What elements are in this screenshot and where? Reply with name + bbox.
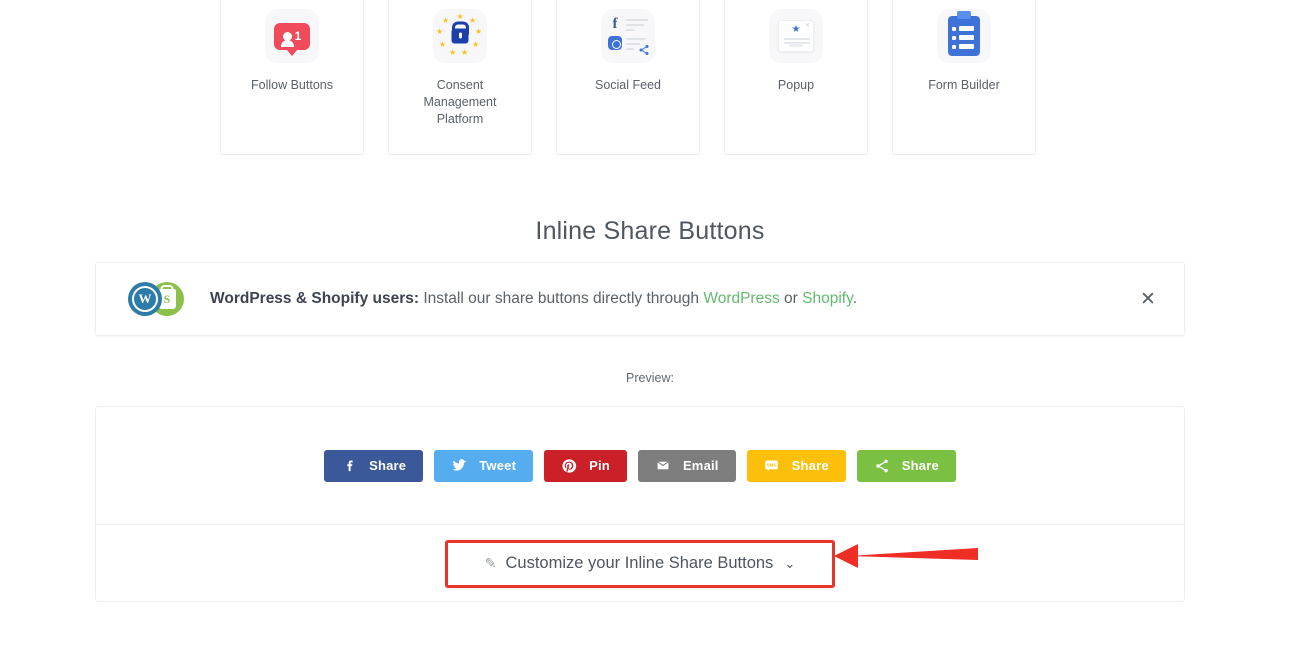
notice-between: or (779, 290, 803, 307)
wordpress-logo: W (128, 282, 162, 316)
share-button-label: Share (901, 458, 939, 473)
chevron-down-icon: ⌄ (784, 555, 796, 571)
arrow-left-annotation (834, 544, 978, 568)
product-card-label: Popup (777, 78, 815, 92)
share-button-sharethis[interactable]: Share (856, 449, 956, 482)
wordpress-shopify-notice: W S WordPress & Shopify users: Install o… (95, 262, 1185, 336)
share-button-email[interactable]: Email (637, 449, 736, 482)
share-button-label: Share (369, 458, 407, 473)
facebook-icon (341, 458, 357, 474)
page-title: Inline Share Buttons (535, 217, 765, 245)
lock-stars-icon: ★ ★ ★ ★ ★ ★ ★ ★ ★ (433, 9, 487, 63)
product-card-label: Follow Buttons (251, 78, 333, 92)
share-button-label: Pin (589, 458, 610, 473)
follow-badge-count: 1 (294, 29, 302, 43)
social-feed-icon: f (601, 9, 655, 63)
share-button-twitter[interactable]: Tweet (434, 449, 534, 482)
page-root: 1 Follow Buttons ★ ★ ★ ★ ★ ★ ★ ★ ★ Conse… (0, 0, 1300, 660)
twitter-icon (451, 458, 467, 474)
notice-text: WordPress & Shopify users: Install our s… (210, 290, 1134, 308)
share-button-label: Email (682, 458, 719, 473)
product-card-popup[interactable]: ✕ ★ Popup (724, 0, 868, 155)
preview-label: Preview: (626, 371, 674, 385)
product-cards-row: 1 Follow Buttons ★ ★ ★ ★ ★ ★ ★ ★ ★ Conse… (220, 0, 1036, 155)
notice-tail: . (852, 290, 857, 307)
inline-share-preview-panel: Share Tweet Pin Email SMS Share Share ✎ … (95, 406, 1185, 602)
clipboard-form-icon (937, 9, 991, 63)
customize-row: ✎ Customize your Inline Share Buttons ⌄ (96, 525, 1184, 602)
share-buttons-strip: Share Tweet Pin Email SMS Share Share (96, 407, 1184, 525)
product-card-label: Form Builder (928, 78, 1000, 92)
svg-text:SMS: SMS (767, 462, 777, 467)
pinterest-icon (561, 458, 577, 474)
shopify-link[interactable]: Shopify (802, 290, 853, 307)
customize-inline-share-buttons-toggle[interactable]: ✎ Customize your Inline Share Buttons ⌄ (445, 539, 835, 588)
envelope-icon (655, 458, 671, 474)
product-card-social-feed[interactable]: f Social Feed (556, 0, 700, 155)
product-card-label: Social Feed (594, 78, 661, 92)
wordpress-link[interactable]: WordPress (703, 290, 779, 307)
share-button-sms[interactable]: SMS Share (746, 449, 846, 482)
notice-body-before: Install our share buttons directly throu… (419, 290, 704, 307)
notice-logos: W S (128, 282, 184, 316)
share-button-facebook[interactable]: Share (324, 449, 424, 482)
product-card-label: Consent Management Platform (423, 78, 497, 126)
follow-buttons-icon: 1 (265, 9, 319, 63)
sms-icon: SMS (764, 458, 780, 474)
pencil-icon: ✎ (484, 555, 497, 571)
notice-lead: WordPress & Shopify users: (210, 290, 420, 307)
customize-label: Customize your Inline Share Buttons (505, 554, 774, 572)
product-card-consent-management[interactable]: ★ ★ ★ ★ ★ ★ ★ ★ ★ Consent Management Pla… (388, 0, 532, 155)
popup-icon: ✕ ★ (769, 9, 823, 63)
product-card-follow-buttons[interactable]: 1 Follow Buttons (220, 0, 364, 155)
close-icon[interactable]: ✕ (1134, 285, 1162, 313)
share-button-label: Tweet (479, 458, 517, 473)
product-card-form-builder[interactable]: Form Builder (892, 0, 1036, 155)
share-button-pinterest[interactable]: Pin (544, 449, 627, 482)
share-network-icon (874, 458, 890, 474)
share-button-label: Share (791, 458, 829, 473)
